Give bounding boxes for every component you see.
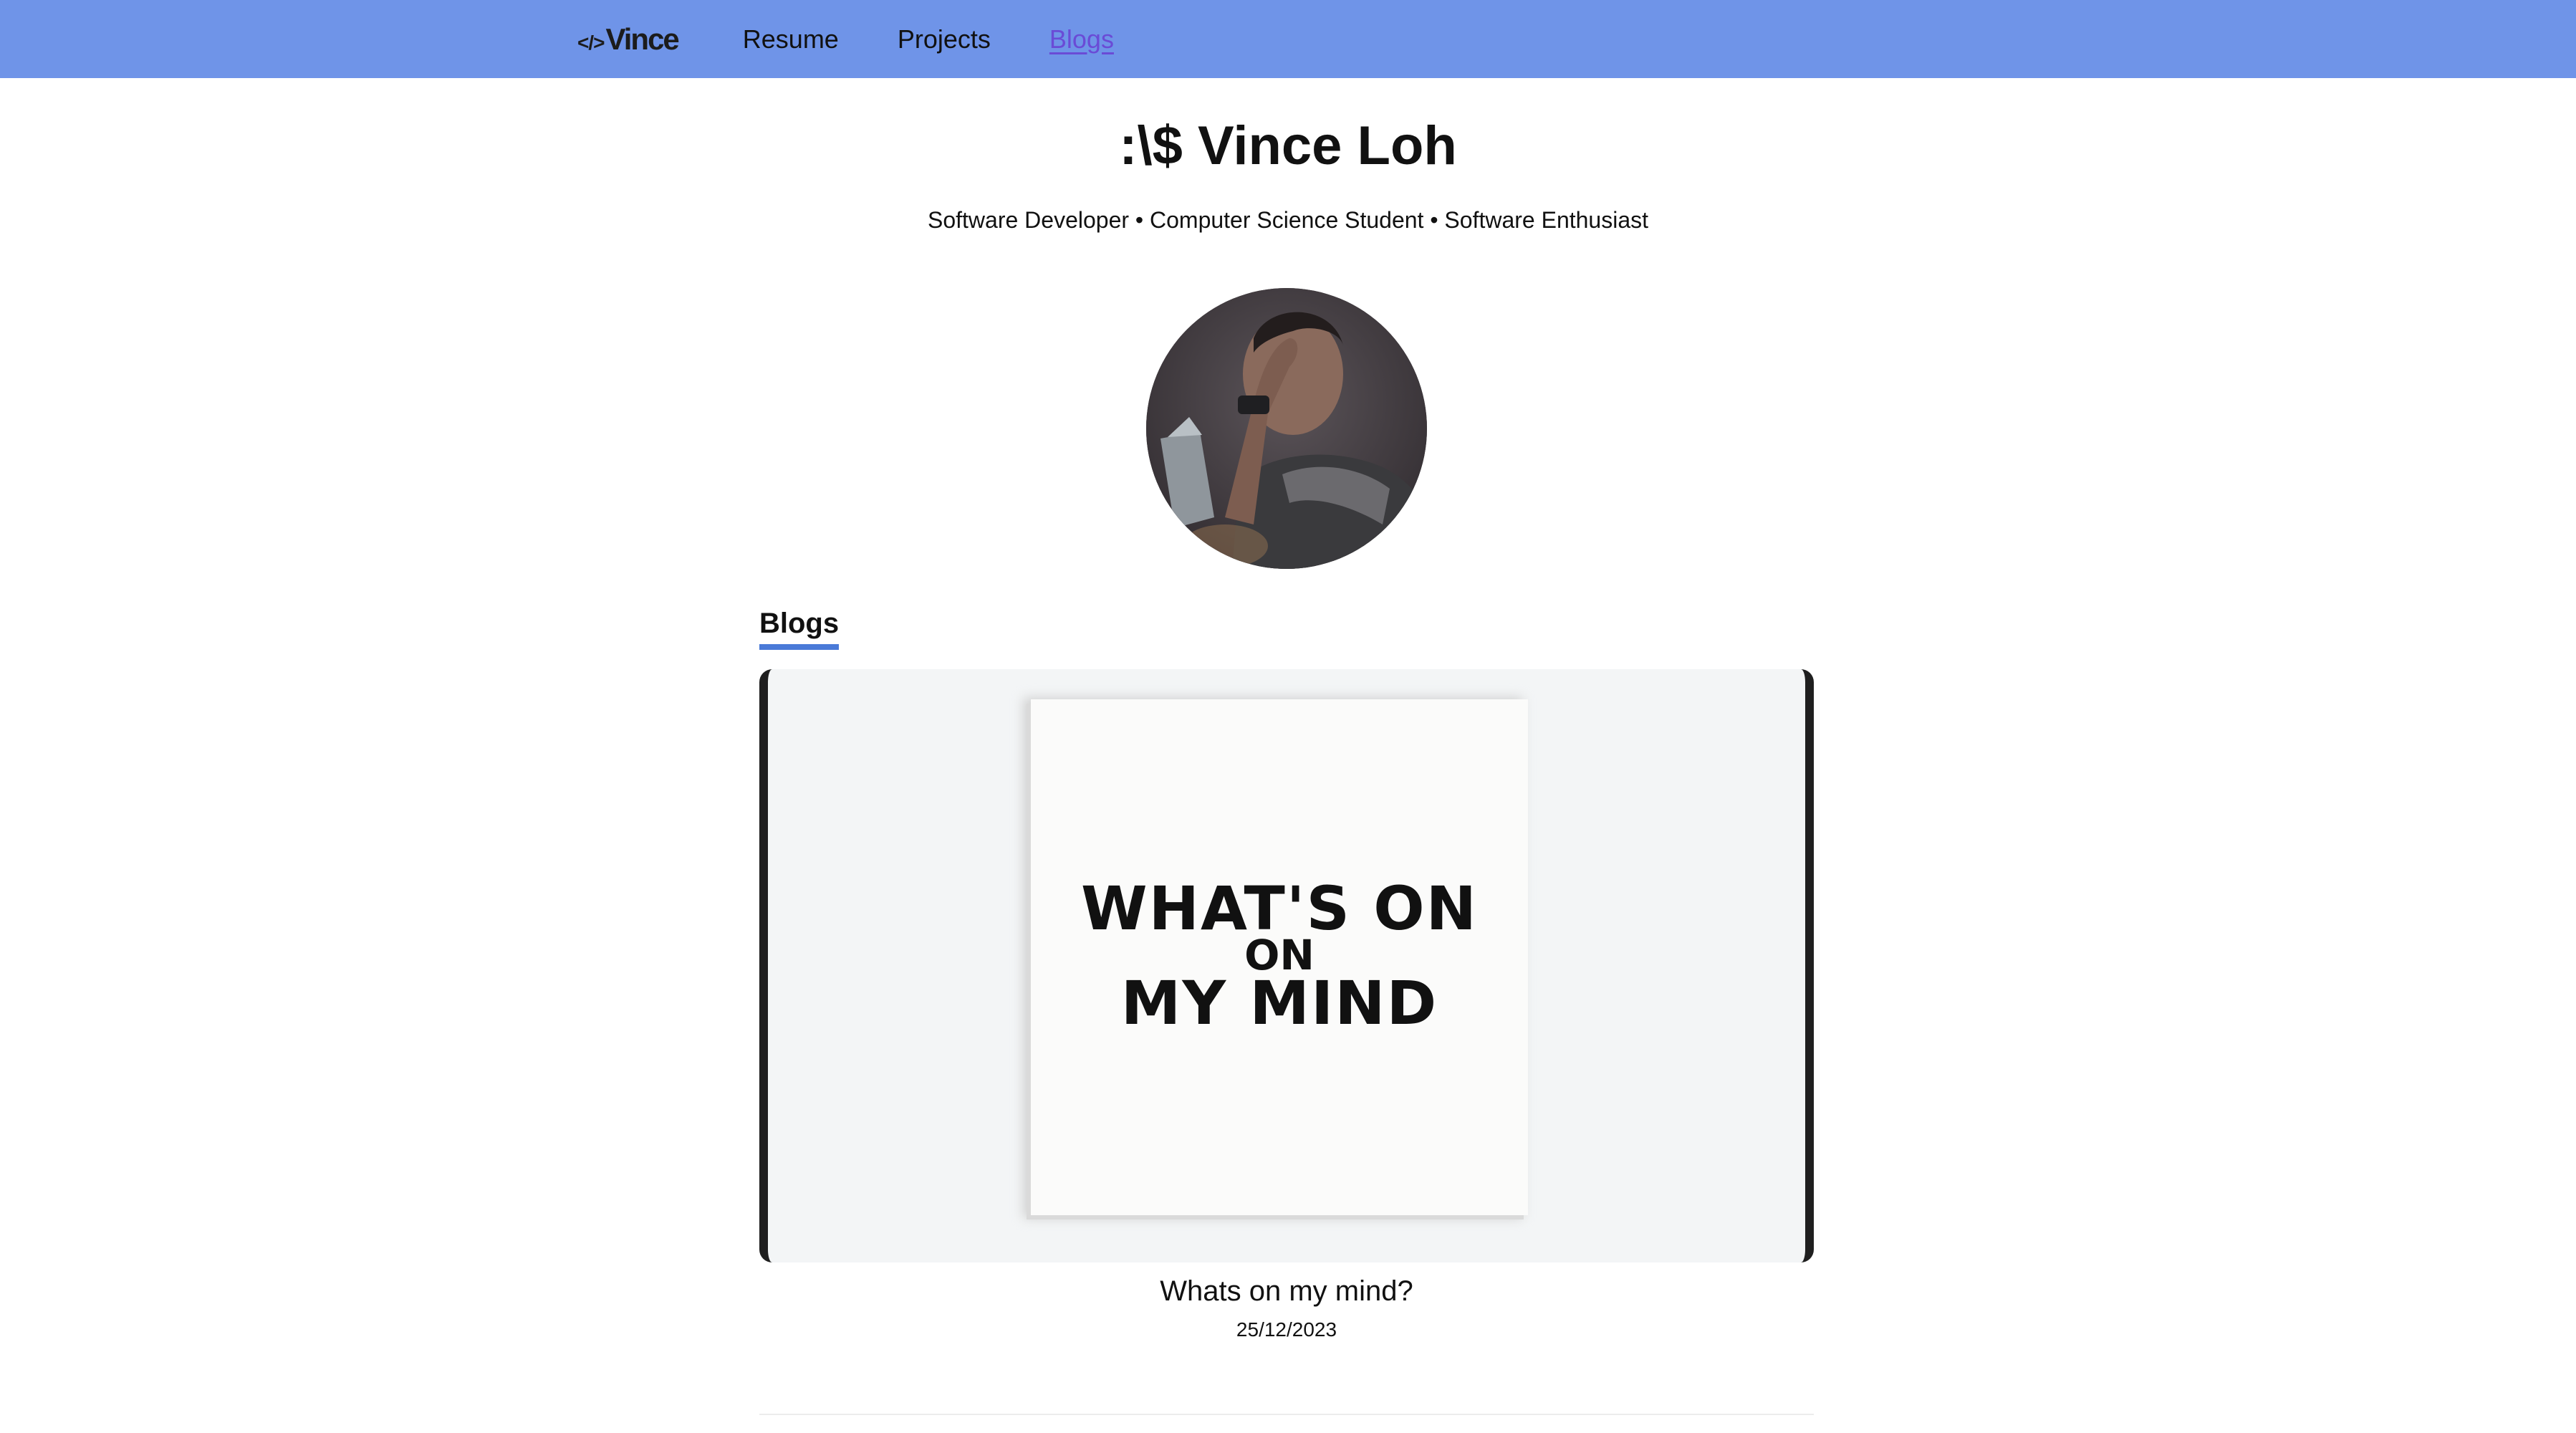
- brand-name: Vince: [605, 21, 679, 56]
- blogs-section: Blogs: [759, 608, 1814, 650]
- nav-inner: </> Vince Resume Projects Blogs: [577, 0, 1173, 78]
- blog-cover-image: WHAT'S ON ON MY MIND: [759, 669, 1814, 1262]
- nav-link-blogs[interactable]: Blogs: [1049, 24, 1114, 54]
- blog-date: 25/12/2023: [1236, 1318, 1337, 1341]
- cover-lettering: WHAT'S ON ON MY MIND: [1031, 878, 1528, 1033]
- divider: [759, 1414, 1814, 1415]
- tagline: Software Developer • Computer Science St…: [927, 207, 1649, 233]
- blog-card[interactable]: WHAT'S ON ON MY MIND: [759, 669, 1814, 1262]
- cover-line-1: WHAT'S ON: [1081, 873, 1478, 944]
- nav-link-projects[interactable]: Projects: [898, 24, 991, 54]
- code-brackets-icon: </>: [577, 31, 605, 54]
- section-heading-blogs: Blogs: [759, 608, 840, 650]
- blog-title[interactable]: Whats on my mind?: [759, 1275, 1814, 1308]
- profile-photo-icon: [1146, 288, 1427, 569]
- top-navbar: </> Vince Resume Projects Blogs: [0, 0, 2576, 78]
- brand-logo-link[interactable]: </> Vince: [577, 21, 680, 57]
- cover-line-3: MY MIND: [1120, 968, 1438, 1038]
- page-title: :\$ Vince Loh: [1119, 115, 1457, 176]
- nav-link-resume[interactable]: Resume: [743, 24, 839, 54]
- avatar: [1146, 288, 1427, 569]
- cover-canvas: WHAT'S ON ON MY MIND: [1031, 699, 1528, 1215]
